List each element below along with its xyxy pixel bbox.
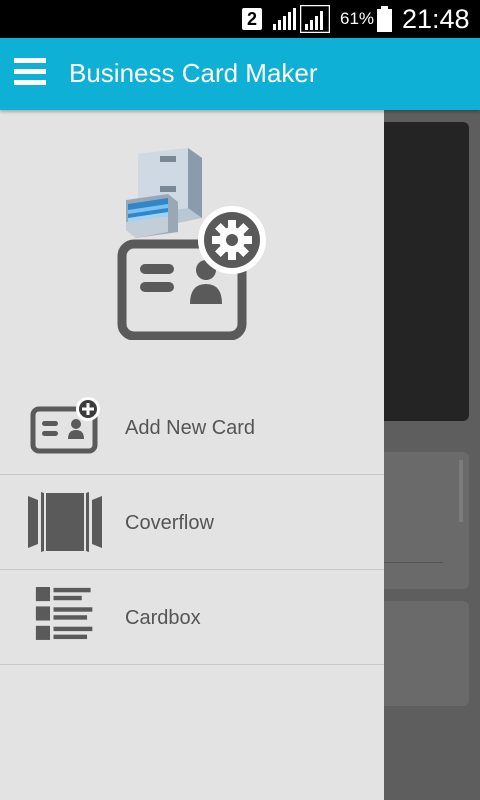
app-toolbar: Business Card Maker [0, 38, 480, 110]
coverflow-icon [28, 492, 102, 552]
battery-percent: 61% [340, 9, 375, 28]
menu-item-label: Coverflow [125, 512, 214, 534]
sim-slot-indicator: 2 [242, 8, 262, 30]
status-clock: 21:48 [402, 4, 470, 34]
menu-item-cardbox[interactable]: Cardbox [0, 570, 384, 665]
app-title: Business Card Maker [69, 58, 318, 88]
menu-item-add-new-card[interactable]: Add New Card [0, 380, 384, 475]
cardbox-icon [35, 587, 93, 640]
hamburger-menu-icon[interactable] [14, 58, 46, 90]
signal-strength-icon [300, 5, 330, 33]
status-bar: 2 61% 21:48 [0, 0, 480, 38]
signal-strength-icon [273, 8, 296, 30]
menu-item-coverflow[interactable]: Coverflow [0, 475, 384, 570]
add-card-icon [30, 397, 100, 454]
menu-item-label: Add New Card [125, 417, 256, 439]
navigation-drawer: Add New Card Coverflow Cardbox [0, 110, 384, 800]
menu-item-label: Cardbox [125, 607, 201, 629]
battery-icon [377, 6, 392, 32]
business-card-settings-logo [117, 148, 266, 340]
